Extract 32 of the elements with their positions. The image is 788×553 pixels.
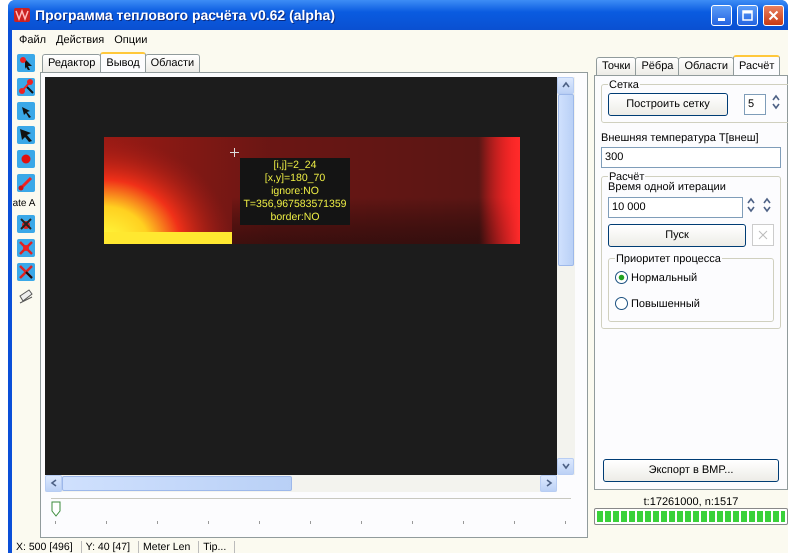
window-title: Программа теплового расчёта v0.62 (alpha) — [35, 7, 336, 23]
progress-text: t:17261000, n:1517 — [642, 494, 740, 508]
iteration-field[interactable]: 10 000 — [608, 196, 744, 218]
menu-item[interactable]: Файл — [14, 34, 52, 46]
start-button[interactable]: Пуск — [608, 224, 746, 247]
cell-tooltip: [i,j]=2_24 [x,y]=180_70 ignore:NO T=356,967583571359 border:NO — [240, 158, 350, 225]
status-text: Tip... — [199, 541, 236, 553]
radio-label: Нормальный — [631, 272, 698, 284]
tab[interactable]: Расчёт — [733, 54, 780, 75]
status-text: X: 500 [496] — [12, 541, 82, 553]
build-mesh-button[interactable]: Построить сетку — [608, 92, 728, 116]
render-canvas[interactable]: [i,j]=2_24 [x,y]=180_70 ignore:NO T=356,967583571359 border:NO — [45, 76, 557, 475]
temperature-field[interactable]: 300 — [601, 146, 781, 168]
group-title: Сетка — [608, 78, 640, 91]
tab[interactable]: Рёбра — [635, 56, 680, 75]
tab[interactable]: Области — [678, 56, 734, 75]
field-label: Время одной итерации — [608, 180, 727, 193]
field-label: Внешняя температура T[внеш] — [601, 132, 760, 144]
toolbar-label: ate A — [12, 198, 36, 209]
menu-item[interactable]: Действия — [51, 34, 110, 46]
export-button[interactable]: Экспорт в BMP... — [603, 458, 779, 482]
group-title: Приоритет процесса — [615, 252, 722, 265]
tab[interactable]: Точки — [596, 56, 636, 75]
status-text: Y: 40 [47] — [82, 541, 140, 553]
tab[interactable]: Области — [144, 54, 200, 72]
status-text: Meter Len — [139, 541, 200, 553]
group-title: Расчёт — [609, 170, 644, 183]
tab[interactable]: Вывод — [100, 52, 146, 72]
divisions-field[interactable]: 5 — [744, 94, 766, 115]
radio-label: Повышенный — [631, 298, 700, 310]
tab[interactable]: Редактор — [42, 54, 102, 72]
menu-item[interactable]: Опции — [109, 34, 152, 46]
